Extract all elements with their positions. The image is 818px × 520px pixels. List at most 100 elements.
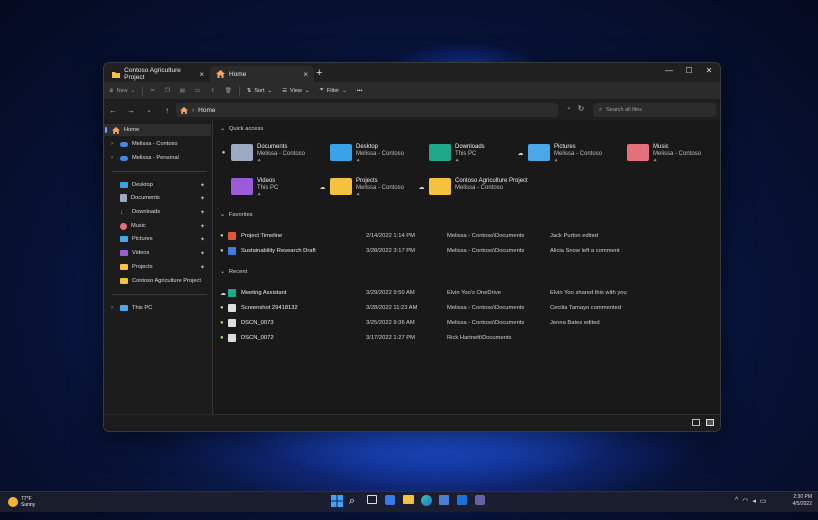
copy-button[interactable]: ❐ xyxy=(160,88,175,94)
more-options-button[interactable]: ••• xyxy=(352,88,368,94)
rename-button[interactable]: ▭ xyxy=(190,88,205,94)
widgets-button[interactable] xyxy=(385,495,397,507)
details-view-icon[interactable] xyxy=(692,419,700,426)
tiles-view-icon[interactable] xyxy=(706,419,714,426)
search-placeholder: Search all files xyxy=(606,107,642,113)
sidebar-item-downloads[interactable]: ↓ Downloads ✦ xyxy=(104,206,211,218)
outlook-button[interactable] xyxy=(457,495,469,507)
maximize-button[interactable]: ☐ xyxy=(680,66,698,75)
sidebar-item-label: Home xyxy=(124,127,140,133)
sidebar-item-contoso-agriculture-project[interactable]: Contoso Agriculture Project xyxy=(104,275,211,287)
image-file-icon xyxy=(228,334,236,342)
pin-icon: ✦ xyxy=(554,158,559,164)
up-button[interactable]: ↑ xyxy=(158,106,176,115)
cloud-status-icon: ☁ xyxy=(517,151,524,157)
favorites-header[interactable]: ⌄ Favorites xyxy=(220,212,253,218)
sidebar-item-videos[interactable]: Videos ✦ xyxy=(104,247,211,259)
sync-status-icon: ● xyxy=(221,150,226,156)
sidebar-item-home[interactable]: Home xyxy=(104,124,211,136)
item-name: Documents xyxy=(257,144,288,150)
share-button[interactable]: ⇪ xyxy=(205,88,220,94)
task-view-icon xyxy=(367,495,377,504)
item-location: This PC xyxy=(455,151,477,157)
paste-button[interactable]: ▤ xyxy=(175,88,190,94)
breadcrumb-home[interactable]: Home xyxy=(198,107,215,114)
sidebar-item-pictures[interactable]: Pictures ✦ xyxy=(104,233,211,245)
quick-access-projects[interactable]: ☁ Projects Melissa - Contoso ✦ xyxy=(319,178,417,204)
close-window-button[interactable]: ✕ xyxy=(700,66,718,75)
recent-locations-button[interactable]: ⌄ xyxy=(140,107,158,114)
table-row[interactable]: ● Sustainability Research Draft 3/28/202… xyxy=(220,245,710,257)
quick-access-contoso-agriculture-project[interactable]: ☁ Contoso Agriculture Project Melissa - C… xyxy=(418,178,548,204)
system-tray[interactable]: ^ ◠ ◂ ▭ xyxy=(735,497,767,505)
delete-button[interactable]: 🗑 xyxy=(220,88,237,94)
computer-icon xyxy=(120,305,128,311)
forward-button[interactable]: → xyxy=(122,106,140,115)
recent-header[interactable]: ⌄ Recent xyxy=(220,269,247,275)
close-tab-icon[interactable]: × xyxy=(303,70,308,79)
quick-access-downloads[interactable]: Downloads This PC ✦ xyxy=(418,144,516,170)
folder-icon xyxy=(120,278,128,284)
file-explorer-taskbar-button[interactable] xyxy=(403,495,415,507)
edge-button[interactable] xyxy=(421,495,433,507)
item-location: This PC xyxy=(257,185,279,191)
chevron-right-icon[interactable]: › xyxy=(108,155,116,161)
filter-button[interactable]: ⏷ Filter ⌄ xyxy=(314,87,351,94)
cut-button[interactable]: ✂ xyxy=(145,88,160,94)
address-bar[interactable]: › Home xyxy=(176,103,558,117)
sidebar-item-documents[interactable]: Documents ✦ xyxy=(104,192,211,204)
item-name: Music xyxy=(653,144,669,150)
sidebar-item-melissa-personal[interactable]: › Melissa - Personal xyxy=(104,152,211,164)
new-button[interactable]: ⊕ New ⌄ xyxy=(104,88,140,94)
chevron-right-icon[interactable]: › xyxy=(108,141,116,147)
search-input[interactable]: ⌕ Search all files xyxy=(593,103,716,117)
quick-access-pictures[interactable]: ☁ Pictures Melissa - Contoso ✦ xyxy=(517,144,615,170)
task-view-button[interactable] xyxy=(367,495,379,507)
section-label: Quick access xyxy=(228,126,264,132)
sidebar-item-projects[interactable]: Projects ✦ xyxy=(104,261,211,273)
file-activity: Elvin Yoo shared this with you xyxy=(550,290,627,296)
back-button[interactable]: ← xyxy=(104,106,122,115)
minimize-button[interactable]: — xyxy=(660,66,678,75)
sidebar-item-this-pc[interactable]: › This PC xyxy=(104,302,211,314)
weather-widget[interactable]: 77°F Sunny xyxy=(8,496,35,508)
new-label: New xyxy=(116,87,128,94)
table-row[interactable]: ● Project Timeline 2/14/2022 1:14 PM Mel… xyxy=(220,230,710,242)
view-button[interactable]: ☰ View ⌄ xyxy=(277,88,314,94)
widgets-icon xyxy=(385,495,395,505)
quick-access-videos[interactable]: Videos This PC ✦ xyxy=(220,178,318,204)
close-tab-icon[interactable]: × xyxy=(199,70,204,79)
start-button[interactable] xyxy=(331,495,343,507)
table-row[interactable]: ● Screenshot 29418132 3/28/2022 11:23 AM… xyxy=(220,302,710,314)
scissors-icon: ✂ xyxy=(150,87,155,94)
command-bar: ⊕ New ⌄ ✂ ❐ ▤ ▭ ⇪ 🗑 ⇅ Sort ⌄ ☰ View ⌄ ⏷ … xyxy=(104,82,720,99)
refresh-button[interactable]: ↻ xyxy=(572,104,590,113)
sidebar-item-label: Videos xyxy=(132,250,150,256)
new-tab-button[interactable]: + xyxy=(316,67,322,79)
tab-contoso-agriculture-project[interactable]: Contoso Agriculture Project × xyxy=(106,66,210,82)
table-row[interactable]: ● DSCN_0073 3/25/2022 9:36 AM Melissa - … xyxy=(220,317,710,329)
sidebar-item-desktop[interactable]: Desktop ✦ xyxy=(104,179,211,191)
item-name: Pictures xyxy=(554,144,576,150)
pin-icon: ✦ xyxy=(199,236,205,243)
table-row[interactable]: ☁ Meeting Assistant 3/29/2022 9:50 AM El… xyxy=(220,287,710,299)
quick-access-documents[interactable]: ● Documents Melissa - Contoso ✦ xyxy=(220,144,318,170)
sidebar-item-music[interactable]: Music ✦ xyxy=(104,220,211,232)
file-name: Sustainability Research Draft xyxy=(241,248,316,254)
quick-access-music[interactable]: Music Melissa - Contoso ✦ xyxy=(616,144,714,170)
tab-home[interactable]: Home × xyxy=(210,66,314,82)
clock[interactable]: 2:30 PM 4/5/2022 xyxy=(793,494,812,508)
sidebar-item-melissa-contoso[interactable]: › Melissa - Contoso xyxy=(104,138,211,150)
store-button[interactable] xyxy=(439,495,451,507)
pin-icon: ✦ xyxy=(199,195,205,202)
search-button[interactable]: ⌕ xyxy=(349,495,361,507)
table-row[interactable]: ● DSCN_0072 3/17/2022 1:27 PM Rick Hartn… xyxy=(220,332,710,344)
quick-access-desktop[interactable]: Desktop Melissa - Contoso ✦ xyxy=(319,144,417,170)
synced-status-icon: ● xyxy=(220,335,224,341)
teams-button[interactable] xyxy=(475,495,487,507)
chevron-right-icon[interactable]: › xyxy=(108,305,116,311)
trash-icon: 🗑 xyxy=(224,87,232,94)
quick-access-header[interactable]: ⌄ Quick access xyxy=(220,126,263,132)
sort-button[interactable]: ⇅ Sort ⌄ xyxy=(242,88,277,94)
file-date: 3/25/2022 9:36 AM xyxy=(366,320,415,326)
